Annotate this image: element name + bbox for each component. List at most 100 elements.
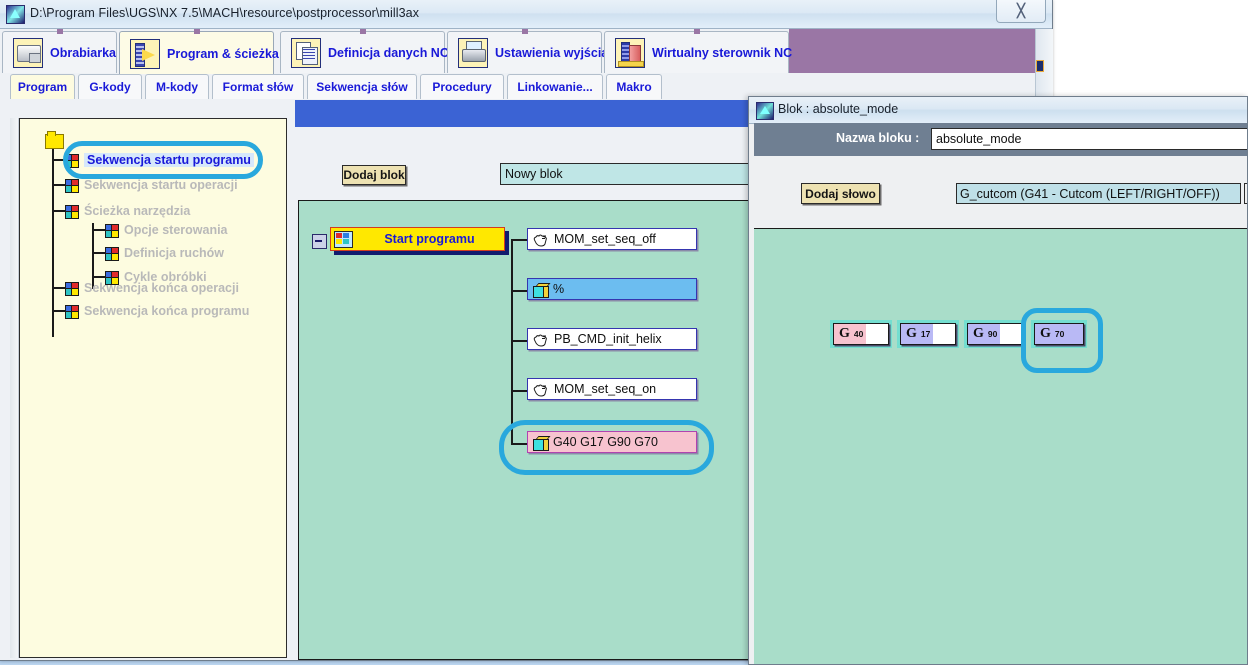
tab-g-kody[interactable]: G-kody (78, 74, 142, 99)
dialog-toolbar: Dodaj słowo G_cutcom (G41 - Cutcom (LEFT… (754, 156, 1247, 228)
tree-item-definicja-ruchow[interactable]: Definicja ruchów (104, 244, 224, 262)
tree-item-label: Sekwencja startu programu (84, 153, 254, 167)
node-label: MOM_set_seq_on (554, 382, 657, 396)
tab-ustawienia-wyjscia[interactable]: Ustawienia wyjścia (447, 29, 608, 73)
word-padding (933, 324, 955, 344)
node-label: Start programu (384, 232, 475, 246)
node-mom-set-seq-on[interactable]: MOM_set_seq_on (527, 378, 697, 400)
tab-wirtualny-sterownik-nc[interactable]: Wirtualny sterownik NC (604, 29, 793, 73)
window-titlebar: D:\Program Files\UGS\NX 7.5\MACH\resourc… (0, 0, 1052, 29)
dialog-titlebar: Blok : absolute_mode (749, 97, 1247, 124)
node-label: G40 G17 G90 G70 (553, 435, 658, 449)
block-name-value: absolute_mode (936, 132, 1022, 146)
tab-m-kody[interactable]: M-kody (145, 74, 209, 99)
tab-makro[interactable]: Makro (606, 74, 662, 99)
program-path-icon (130, 38, 160, 69)
cube-icon (64, 153, 79, 168)
node-start-programu[interactable]: Start programu (330, 227, 505, 251)
word-value: 90 (987, 329, 998, 339)
tab-program[interactable]: Program (10, 74, 75, 99)
chevron-down-icon[interactable] (1244, 183, 1247, 204)
tree-connector (511, 443, 527, 445)
tab-tick-icon (193, 29, 200, 34)
add-block-label: Dodaj blok (343, 168, 405, 182)
tab-label: Wirtualny sterownik NC (652, 45, 793, 60)
new-block-value: Nowy blok (505, 167, 563, 181)
gutter-marker-icon (1036, 60, 1044, 72)
tree-item-label: Sekwencja końca operacji (84, 281, 239, 295)
word-value: 40 (853, 329, 864, 339)
decorative-band (789, 29, 1035, 73)
node-label: MOM_set_seq_off (554, 232, 656, 246)
word-chip-g17[interactable]: G 17 (897, 320, 959, 348)
tab-procedury[interactable]: Procedury (420, 74, 504, 99)
printer-icon (458, 37, 488, 68)
tree-item-label: Opcje sterowania (124, 223, 228, 237)
tab-format-slow[interactable]: Format słów (212, 74, 304, 99)
add-block-button[interactable]: Dodaj blok (342, 165, 406, 185)
cube-icon (533, 282, 551, 298)
app-icon (6, 5, 25, 24)
tab-sekwencja-slow[interactable]: Sekwencja słów (307, 74, 417, 99)
tree-panel-wrapper: Sekwencja startu programu Sekwencja star… (10, 118, 288, 658)
cube-icon (64, 178, 79, 193)
word-select-value: G_cutcom (G41 - Cutcom (LEFT/RIGHT/OFF)) (960, 186, 1220, 201)
block-name-label: Nazwa bloku : (836, 131, 920, 145)
word-chip-g40[interactable]: G 40 (830, 320, 892, 348)
command-icon (532, 332, 549, 347)
tree-scrollbar[interactable] (10, 118, 19, 658)
word-letter: G (973, 326, 984, 341)
expand-collapse-toggle[interactable] (312, 234, 327, 249)
tree-connector (511, 390, 527, 392)
tree-root-folder[interactable] (45, 130, 64, 150)
tree-connector (511, 239, 527, 241)
close-button[interactable]: ╳ (996, 0, 1046, 23)
block-name-input[interactable]: absolute_mode (931, 128, 1247, 150)
word-select-dropdown[interactable]: G_cutcom (G41 - Cutcom (LEFT/RIGHT/OFF)) (956, 183, 1241, 204)
tab-program-sciezka[interactable]: Program & ścieżka (119, 29, 279, 75)
tab-label: Ustawienia wyjścia (495, 45, 609, 60)
node-mom-set-seq-off[interactable]: MOM_set_seq_off (527, 228, 697, 250)
word-value: 17 (920, 329, 931, 339)
tree-item-label: Sekwencja końca programu (84, 304, 250, 318)
tab-definicja-danych-nc[interactable]: Definicja danych NC (280, 29, 449, 73)
block-name-bar: Nazwa bloku : absolute_mode (754, 123, 1247, 156)
word-chip-g90[interactable]: G 90 (964, 320, 1026, 348)
tab-label: Definicja danych NC (328, 45, 449, 60)
tree-item-sekwencja-startu-operacji[interactable]: Sekwencja startu operacji (64, 176, 238, 194)
tree-connector (511, 290, 527, 292)
word-canvas: G 40 G 17 G 90 G 70 (754, 228, 1247, 664)
tree-item-opcje-sterowania[interactable]: Opcje sterowania (104, 221, 228, 239)
add-word-label: Dodaj słowo (805, 186, 876, 201)
tab-tick-icon (359, 29, 366, 34)
node-g40-g17-g90-g70[interactable]: G40 G17 G90 G70 (527, 431, 697, 453)
cube-icon (64, 204, 79, 219)
icon-tab-strip: Obrabiarka Program & ścieżka Definicja d… (0, 29, 793, 75)
tree-item-sekwencja-konca-operacji[interactable]: Sekwencja końca operacji (64, 279, 239, 297)
tree-connector (52, 147, 54, 337)
tree-connector (511, 239, 513, 444)
cube-icon (104, 223, 119, 238)
tree-connector (511, 340, 527, 342)
cube-icon (64, 304, 79, 319)
word-chip-g70[interactable]: G 70 (1031, 320, 1087, 348)
word-value: 70 (1054, 329, 1065, 339)
tab-tick-icon (521, 29, 528, 34)
puzzle-icon (334, 230, 353, 248)
node-label: PB_CMD_init_helix (554, 332, 662, 346)
word-padding (1000, 324, 1022, 344)
command-icon (532, 232, 549, 247)
node-pb-cmd-init-helix[interactable]: PB_CMD_init_helix (527, 328, 697, 350)
word-padding (866, 324, 888, 344)
tab-obrabiarka[interactable]: Obrabiarka (2, 29, 117, 73)
machine-icon (13, 37, 43, 68)
tab-linkowanie[interactable]: Linkowanie... (507, 74, 603, 99)
cube-icon (64, 281, 79, 296)
word-letter: G (1040, 326, 1051, 341)
tree-item-sciezka-narzedzia[interactable]: Ścieżka narzędzia (64, 202, 190, 220)
tree-item-sekwencja-startu-programu[interactable]: Sekwencja startu programu (64, 151, 254, 169)
node-percent[interactable]: % (527, 278, 697, 300)
tree-item-sekwencja-konca-programu[interactable]: Sekwencja końca programu (64, 302, 249, 320)
add-word-button[interactable]: Dodaj słowo (801, 183, 880, 204)
dialog-title: Blok : absolute_mode (778, 102, 899, 116)
